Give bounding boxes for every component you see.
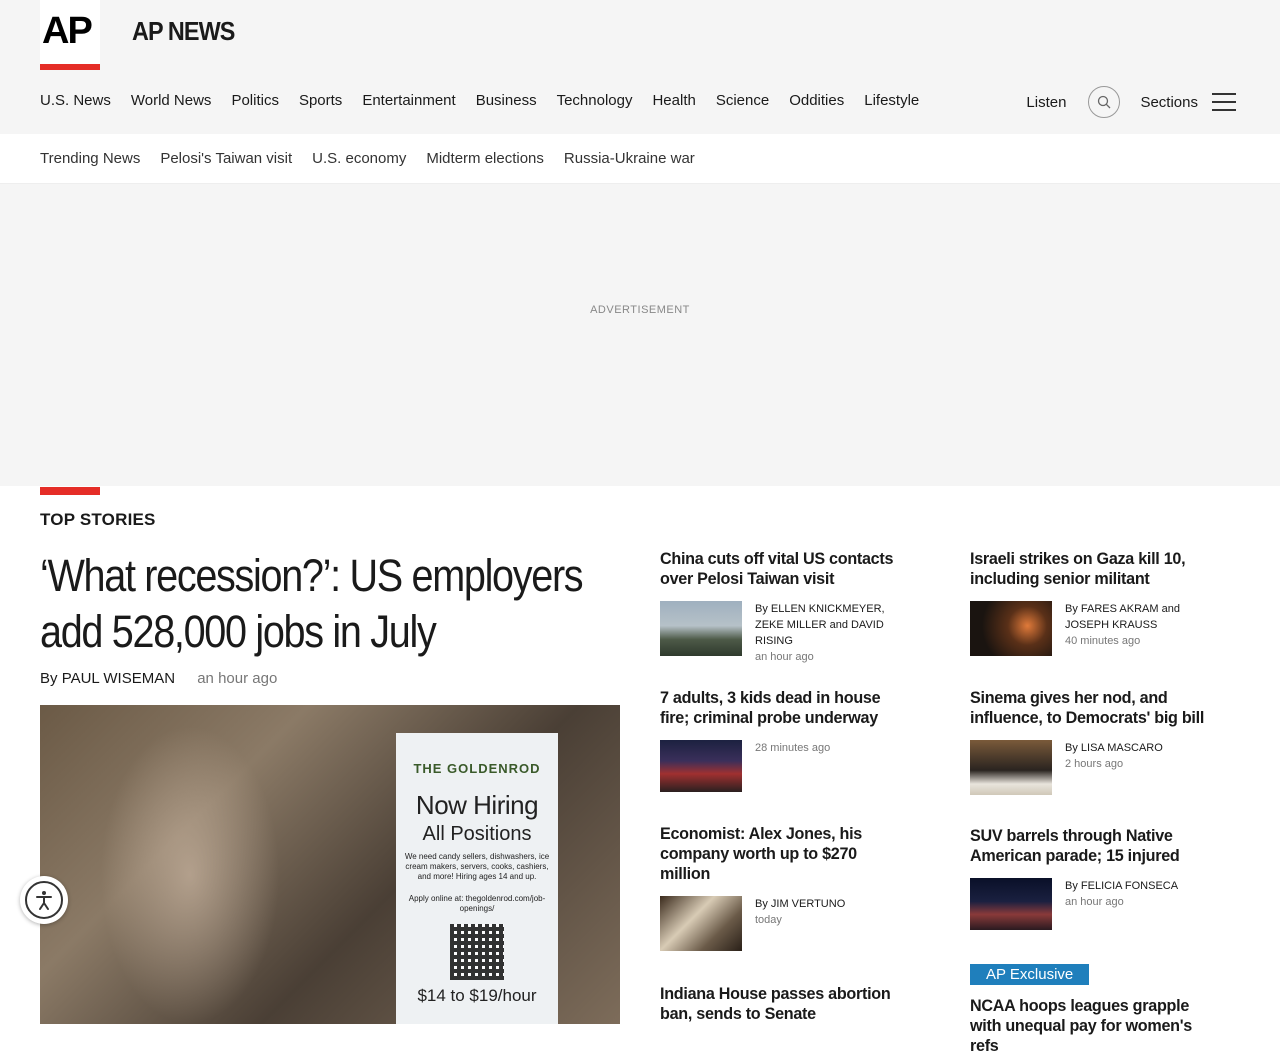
poster-pay: $14 to $19/hour xyxy=(417,986,537,1005)
story-byline: By ELLEN KNICKMEYER, ZEKE MILLER and DAV… xyxy=(755,603,885,647)
story-headline[interactable]: Indiana House passes abortion ban, sends… xyxy=(660,984,910,1024)
story-card: SUV barrels through Native American para… xyxy=(970,826,1220,930)
story-byline: By JIM VERTUNO xyxy=(755,898,846,910)
story-headline[interactable]: NCAA hoops leagues grapple with unequal … xyxy=(970,996,1220,1056)
main-nav: U.S. News World News Politics Sports Ent… xyxy=(40,92,919,109)
lead-story-image[interactable]: THE GOLDENROD Now Hiring All Positions W… xyxy=(40,705,620,1024)
nav-item-oddities[interactable]: Oddities xyxy=(789,92,844,109)
story-thumbnail[interactable] xyxy=(970,878,1052,930)
nav-item-lifestyle[interactable]: Lifestyle xyxy=(864,92,919,109)
story-card: NCAA hoops leagues grapple with unequal … xyxy=(970,996,1220,1056)
poster-all-positions: All Positions xyxy=(422,823,532,845)
advertisement-label: ADVERTISEMENT xyxy=(590,304,690,316)
trending-item-trending-news[interactable]: Trending News xyxy=(40,150,140,167)
trending-item-midterm-elections[interactable]: Midterm elections xyxy=(426,150,544,167)
trending-bar: Trending News Pelosi's Taiwan visit U.S.… xyxy=(0,134,1280,184)
advertisement-slot: ADVERTISEMENT xyxy=(0,184,1280,486)
poster-details: We need candy sellers, dishwashers, ice … xyxy=(404,852,550,881)
nav-item-technology[interactable]: Technology xyxy=(557,92,633,109)
trending-item-us-economy[interactable]: U.S. economy xyxy=(312,150,406,167)
top-stories-title: TOP STORIES xyxy=(40,510,156,529)
story-headline[interactable]: Economist: Alex Jones, his company worth… xyxy=(660,824,910,884)
trending-item-pelosi-taiwan[interactable]: Pelosi's Taiwan visit xyxy=(160,150,292,167)
story-thumbnail[interactable] xyxy=(970,740,1052,795)
ap-exclusive-badge[interactable]: AP Exclusive xyxy=(970,964,1090,985)
search-button[interactable] xyxy=(1088,86,1121,118)
story-timestamp: 28 minutes ago xyxy=(755,742,831,754)
nav-item-world-news[interactable]: World News xyxy=(131,92,212,109)
story-timestamp: an hour ago xyxy=(755,651,814,663)
qr-code-icon xyxy=(450,924,504,980)
story-headline[interactable]: 7 adults, 3 kids dead in house fire; cri… xyxy=(660,688,910,728)
nav-item-science[interactable]: Science xyxy=(716,92,769,109)
hiring-poster: THE GOLDENROD Now Hiring All Positions W… xyxy=(396,733,558,1024)
story-card: 7 adults, 3 kids dead in house fire; cri… xyxy=(660,688,910,792)
search-icon xyxy=(1098,95,1111,109)
story-headline[interactable]: Sinema gives her nod, and influence, to … xyxy=(970,688,1220,728)
nav-item-us-news[interactable]: U.S. News xyxy=(40,92,111,109)
story-thumbnail[interactable] xyxy=(660,740,742,792)
nav-utilities: Listen Sections xyxy=(1026,86,1236,118)
story-headline[interactable]: SUV barrels through Native American para… xyxy=(970,826,1220,866)
story-byline: By LISA MASCARO xyxy=(1065,742,1163,754)
story-card: Sinema gives her nod, and influence, to … xyxy=(970,688,1220,795)
story-thumbnail[interactable] xyxy=(970,601,1052,656)
trending-item-russia-ukraine[interactable]: Russia-Ukraine war xyxy=(564,150,695,167)
nav-item-business[interactable]: Business xyxy=(476,92,537,109)
sections-label[interactable]: Sections xyxy=(1140,94,1198,111)
lead-author[interactable]: PAUL WISEMAN xyxy=(62,670,175,687)
story-byline: By FARES AKRAM and JOSEPH KRAUSS xyxy=(1065,603,1180,631)
nav-item-politics[interactable]: Politics xyxy=(231,92,279,109)
story-thumbnail[interactable] xyxy=(660,601,742,656)
nav-item-sports[interactable]: Sports xyxy=(299,92,342,109)
story-card: Israeli strikes on Gaza kill 10, includi… xyxy=(970,549,1220,656)
nav-item-entertainment[interactable]: Entertainment xyxy=(362,92,455,109)
nav-item-health[interactable]: Health xyxy=(652,92,695,109)
story-timestamp: 40 minutes ago xyxy=(1065,635,1141,647)
story-timestamp: 2 hours ago xyxy=(1065,758,1124,770)
story-card: China cuts off vital US contacts over Pe… xyxy=(660,549,910,665)
byline-prefix: By xyxy=(40,670,58,687)
poster-apply: Apply online at: thegoldenrod.com/job-op… xyxy=(408,894,546,913)
poster-brand: THE GOLDENROD xyxy=(413,761,541,776)
story-timestamp: an hour ago xyxy=(1065,896,1124,908)
ap-logo[interactable]: AP xyxy=(40,0,100,70)
brand-name[interactable]: AP NEWS xyxy=(132,16,235,47)
ap-logo-text: AP xyxy=(42,10,93,52)
lead-story-headline[interactable]: ‘What recession?’: US employers add 528,… xyxy=(40,548,621,660)
story-headline[interactable]: China cuts off vital US contacts over Pe… xyxy=(660,549,910,589)
accessibility-icon xyxy=(25,881,63,919)
story-headline[interactable]: Israeli strikes on Gaza kill 10, includi… xyxy=(970,549,1220,589)
lead-timestamp: an hour ago xyxy=(197,670,278,687)
listen-link[interactable]: Listen xyxy=(1026,94,1066,111)
image-reflection xyxy=(100,725,280,1024)
story-card: Indiana House passes abortion ban, sends… xyxy=(660,984,910,1024)
story-timestamp: today xyxy=(755,914,782,926)
section-red-bar xyxy=(40,487,100,495)
poster-now-hiring: Now Hiring xyxy=(415,790,539,820)
story-thumbnail[interactable] xyxy=(660,896,742,951)
accessibility-button[interactable] xyxy=(20,876,68,924)
story-byline: By FELICIA FONSECA xyxy=(1065,880,1179,892)
story-card: Economist: Alex Jones, his company worth… xyxy=(660,824,910,951)
lead-story-byline: By PAUL WISEMAN an hour ago xyxy=(40,670,277,687)
logo-red-bar xyxy=(40,64,100,70)
hamburger-menu-icon[interactable] xyxy=(1212,93,1236,111)
